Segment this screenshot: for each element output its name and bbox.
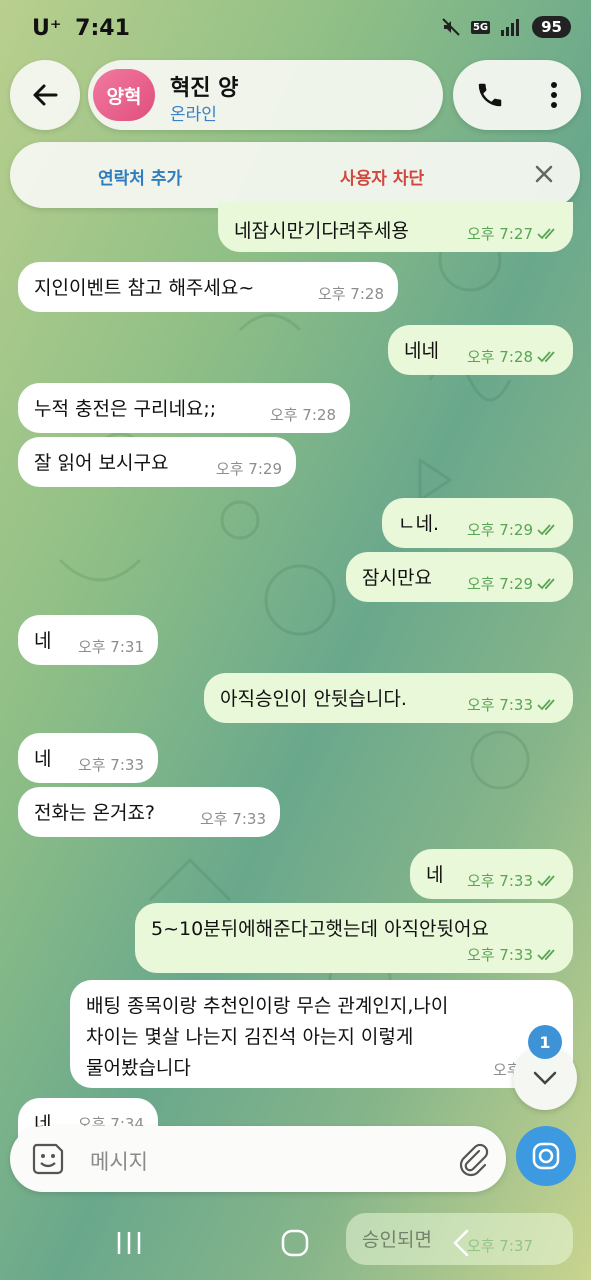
contact-name: 혁진 양 bbox=[170, 76, 239, 101]
camera-icon bbox=[532, 1142, 560, 1170]
message-text: 네잠시만기다려주세용 bbox=[234, 220, 409, 242]
message-text: 지인이벤트 참고 해주세요~ bbox=[34, 277, 255, 299]
chevron-down-icon bbox=[533, 1071, 557, 1085]
message-meta: 오후 7:28 bbox=[318, 283, 384, 304]
message-input-bar: 메시지 bbox=[10, 1126, 506, 1192]
clock: 7:41 bbox=[75, 16, 130, 41]
message-time: 오후 7:33 bbox=[466, 946, 533, 964]
message-meta: 오후 7:33 bbox=[200, 808, 266, 829]
message-time: 오후 7:29 bbox=[466, 575, 533, 593]
attach-icon[interactable] bbox=[454, 1141, 490, 1177]
message-line: 물어봤습니다 bbox=[86, 1057, 191, 1079]
message-text: 네 bbox=[426, 864, 444, 886]
add-contact-button[interactable]: 연락처 추가 bbox=[98, 164, 182, 189]
message-time: 오후 7:29 bbox=[215, 460, 282, 478]
message-text: 네 bbox=[34, 748, 52, 770]
header-actions bbox=[453, 60, 581, 130]
message-bubble[interactable]: 네 오후 7:33 bbox=[18, 733, 158, 783]
status-bar: U⁺ 7:41 5G 95 bbox=[0, 0, 591, 56]
message-text: 전화는 온거죠? bbox=[34, 802, 156, 824]
message-meta: 오후 7:28 bbox=[270, 404, 336, 425]
home-icon[interactable] bbox=[280, 1228, 310, 1258]
chat-title-bar[interactable]: 양혁 혁진 양 온라인 bbox=[88, 60, 443, 130]
message-bubble[interactable]: 네잠시만기다려주세용 오후 7:27 bbox=[218, 202, 573, 252]
recent-apps-icon[interactable] bbox=[115, 1230, 143, 1256]
message-bubble[interactable]: 누적 충전은 구리네요;; 오후 7:28 bbox=[18, 383, 350, 433]
message-text: 잘 읽어 보시구요 bbox=[34, 452, 169, 474]
battery-indicator: 95 bbox=[532, 16, 571, 38]
message-meta: 오후 7:28 bbox=[467, 346, 559, 367]
block-user-button[interactable]: 사용자 차단 bbox=[340, 164, 424, 189]
double-check-icon bbox=[537, 874, 555, 886]
message-input[interactable]: 메시지 bbox=[90, 1146, 148, 1176]
message-meta: 오후 7:29 bbox=[467, 519, 559, 540]
message-bubble[interactable]: 잘 읽어 보시구요 오후 7:29 bbox=[18, 437, 296, 487]
message-meta: 오후 7:31 bbox=[78, 636, 144, 657]
double-check-icon bbox=[537, 523, 555, 535]
message-bubble[interactable]: 아직승인이 안뒷습니다. 오후 7:33 bbox=[204, 673, 573, 723]
more-vert-icon[interactable] bbox=[549, 80, 559, 110]
unread-count-badge: 1 bbox=[528, 1025, 562, 1059]
contact-action-banner: 연락처 추가 사용자 차단 bbox=[10, 142, 580, 208]
double-check-icon bbox=[537, 948, 555, 960]
avatar[interactable]: 양혁 bbox=[93, 69, 155, 121]
sticker-icon[interactable] bbox=[30, 1141, 66, 1177]
message-time: 오후 7:33 bbox=[466, 872, 533, 890]
message-time: 오후 7:27 bbox=[466, 225, 533, 243]
message-time: 오후 7:28 bbox=[317, 285, 384, 303]
message-text: 아직승인이 안뒷습니다. bbox=[220, 688, 407, 710]
message-line: 배팅 종목이랑 추천인이랑 무슨 관계인지,나이 bbox=[86, 995, 449, 1017]
message-bubble[interactable]: 5~10분뒤에해준다고햇는데 아직안뒷어요 오후 7:33 bbox=[135, 903, 573, 973]
carrier-label: U⁺ bbox=[32, 16, 62, 41]
double-check-icon bbox=[537, 698, 555, 710]
close-icon[interactable] bbox=[530, 160, 558, 188]
message-time: 오후 7:29 bbox=[466, 521, 533, 539]
message-bubble[interactable]: ㄴ네. 오후 7:29 bbox=[382, 498, 573, 548]
signal-icon bbox=[501, 19, 520, 36]
network-label: 5G bbox=[470, 20, 491, 34]
message-text: 네네 bbox=[404, 340, 439, 362]
message-time: 오후 7:33 bbox=[199, 810, 266, 828]
message-bubble[interactable]: 지인이벤트 참고 해주세요~ 오후 7:28 bbox=[18, 262, 398, 312]
message-meta: 오후 7:33 bbox=[78, 754, 144, 775]
message-bubble[interactable]: 네 오후 7:33 bbox=[410, 849, 573, 899]
phone-icon[interactable] bbox=[475, 80, 505, 110]
mute-icon bbox=[442, 18, 460, 36]
message-bubble[interactable]: 잠시만요 오후 7:29 bbox=[346, 552, 573, 602]
message-meta: 오후 7:33 bbox=[467, 694, 559, 715]
message-text: 네 bbox=[34, 630, 52, 652]
message-meta: 오후 7:33 bbox=[467, 944, 559, 965]
system-nav-bar bbox=[0, 1208, 591, 1280]
nav-back-icon[interactable] bbox=[450, 1228, 472, 1258]
back-arrow-icon bbox=[33, 84, 58, 106]
message-text: ㄴ네. bbox=[398, 513, 439, 535]
message-bubble[interactable]: 배팅 종목이랑 추천인이랑 무슨 관계인지,나이 차이는 몇살 나는지 김진석 … bbox=[70, 980, 573, 1088]
double-check-icon bbox=[537, 227, 555, 239]
message-bubble[interactable]: 네네 오후 7:28 bbox=[388, 325, 573, 375]
double-check-icon bbox=[537, 577, 555, 589]
message-time: 오후 7:33 bbox=[466, 696, 533, 714]
message-text: 잠시만요 bbox=[362, 567, 432, 589]
message-time: 오후 7:33 bbox=[77, 756, 144, 774]
message-bubble[interactable]: 네 오후 7:31 bbox=[18, 615, 158, 665]
message-text: 5~10분뒤에해준다고햇는데 아직안뒷어요 bbox=[151, 918, 489, 940]
message-text: 누적 충전은 구리네요;; bbox=[34, 398, 217, 420]
message-line: 차이는 몇살 나는지 김진석 아는지 이렇게 bbox=[86, 1026, 414, 1048]
status-right: 5G 95 bbox=[441, 16, 571, 38]
back-button[interactable] bbox=[10, 60, 80, 130]
message-bubble[interactable]: 전화는 온거죠? 오후 7:33 bbox=[18, 787, 280, 837]
message-meta: 오후 7:33 bbox=[467, 870, 559, 891]
status-left: U⁺ 7:41 bbox=[32, 16, 130, 41]
message-meta: 오후 7:29 bbox=[467, 573, 559, 594]
message-time: 오후 7:28 bbox=[466, 348, 533, 366]
double-check-icon bbox=[537, 350, 555, 362]
contact-status: 온라인 bbox=[170, 105, 217, 125]
message-time: 오후 7:28 bbox=[269, 406, 336, 424]
message-time: 오후 7:31 bbox=[77, 638, 144, 656]
message-meta: 오후 7:27 bbox=[467, 223, 559, 244]
message-meta: 오후 7:29 bbox=[216, 458, 282, 479]
camera-button[interactable] bbox=[516, 1126, 576, 1186]
